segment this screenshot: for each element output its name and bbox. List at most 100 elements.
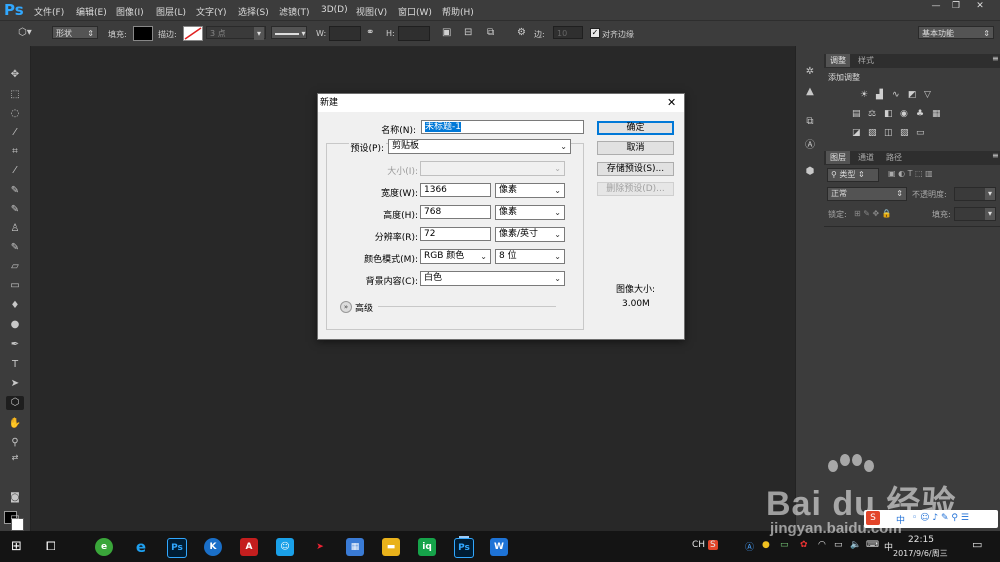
histogram-icon[interactable]: ▲: [802, 86, 818, 100]
tab-paths[interactable]: 路径: [882, 151, 906, 164]
ok-button[interactable]: 确定: [597, 121, 674, 135]
tray-app-icon[interactable]: ●: [762, 540, 770, 550]
blur-tool-icon[interactable]: ♦: [6, 299, 24, 313]
invert-icon[interactable]: ◪: [852, 128, 861, 138]
hue-saturation-icon[interactable]: ▤: [852, 109, 861, 119]
zoom-tool-icon[interactable]: ⚲: [6, 436, 24, 450]
menu-filter[interactable]: 滤镜(T): [279, 5, 310, 18]
delete-preset-button[interactable]: 删除预设(D)...: [597, 182, 674, 196]
posterize-icon[interactable]: ▨: [868, 128, 877, 138]
curves-icon[interactable]: ∿: [892, 90, 900, 100]
tab-adjustments[interactable]: 调整: [826, 54, 850, 67]
tab-styles[interactable]: 样式: [854, 54, 878, 67]
stroke-size-select[interactable]: 3 点 ▾: [206, 26, 266, 40]
word-app-icon[interactable]: W: [490, 538, 508, 556]
size-select[interactable]: ⌄: [420, 161, 565, 176]
levels-icon[interactable]: ▟: [876, 90, 883, 100]
path-selection-tool-icon[interactable]: ➤: [6, 377, 24, 391]
marquee-tool-icon[interactable]: ⬚: [6, 88, 24, 102]
black-white-icon[interactable]: ◧: [884, 109, 893, 119]
advanced-label[interactable]: 高级: [355, 301, 373, 314]
dodge-tool-icon[interactable]: ●: [6, 318, 24, 332]
layer-filter-icons[interactable]: ▣ ◐ T ⬚ ▥: [888, 169, 933, 178]
menu-help[interactable]: 帮助(H): [442, 5, 474, 18]
menu-type[interactable]: 文字(Y): [196, 5, 227, 18]
navigator-icon[interactable]: ✲: [802, 66, 818, 80]
file-explorer-icon[interactable]: ▬: [382, 538, 400, 556]
tab-layers[interactable]: 图层: [826, 151, 850, 164]
battery-tray-icon[interactable]: ▭: [780, 540, 789, 550]
quick-select-tool-icon[interactable]: ⁄: [6, 126, 24, 140]
task-view-icon[interactable]: ⧠: [46, 539, 56, 554]
height-input[interactable]: [398, 26, 430, 41]
lock-icons[interactable]: ⊞ ✎ ✥ 🔒: [854, 209, 892, 218]
restore-icon[interactable]: ❐: [948, 1, 964, 12]
internet-explorer-icon[interactable]: e: [132, 538, 150, 556]
edge-input[interactable]: 10: [553, 26, 583, 39]
vibrance-icon[interactable]: ▽: [924, 90, 931, 100]
cancel-button[interactable]: 取消: [597, 141, 674, 155]
minimize-icon[interactable]: —: [928, 1, 944, 12]
shape-tool-icon[interactable]: ⬡▾: [18, 27, 32, 38]
channel-mixer-icon[interactable]: ♣: [916, 109, 924, 119]
color-lookup-icon[interactable]: ▦: [932, 109, 941, 119]
path-operations-icon[interactable]: ▣: [442, 27, 451, 38]
height-input[interactable]: 768: [420, 205, 491, 219]
security-tray-icon[interactable]: Ⓐ: [745, 540, 754, 553]
pen-tool-icon[interactable]: ✒: [6, 338, 24, 352]
iqiyi-icon[interactable]: iq: [418, 538, 436, 556]
resolution-unit-select[interactable]: 像素/英寸 ⌄: [495, 227, 565, 242]
swap-colors-icon[interactable]: ⇄: [6, 451, 24, 465]
qq-music-icon[interactable]: ☺: [276, 538, 294, 556]
gradient-tool-icon[interactable]: ▭: [6, 279, 24, 293]
kugou-icon[interactable]: K: [204, 538, 222, 556]
stroke-type-select[interactable]: ▾: [271, 26, 307, 39]
color-mode-select[interactable]: RGB 颜色 ⌄: [420, 249, 491, 264]
photoshop-taskbar-icon[interactable]: Ps: [167, 538, 187, 558]
name-input[interactable]: 未标题-1: [421, 120, 584, 134]
layer-filter-select[interactable]: ⚲ 类型 ⇕: [827, 168, 879, 182]
shape-tool-icon[interactable]: ⬡: [6, 396, 24, 410]
close-window-icon[interactable]: ✕: [972, 1, 988, 12]
history-brush-tool-icon[interactable]: ✎: [6, 241, 24, 255]
hand-tool-icon[interactable]: ✋: [6, 417, 24, 431]
notification-icon[interactable]: ▭: [972, 538, 982, 551]
menu-edit[interactable]: 编辑(E): [76, 5, 107, 18]
width-input[interactable]: 1366: [420, 183, 491, 197]
brightness-icon[interactable]: ☀: [860, 90, 868, 100]
photoshop-active-icon[interactable]: Ps: [454, 538, 474, 558]
background-select[interactable]: 白色 ⌄: [420, 271, 565, 286]
acrobat-icon[interactable]: A: [240, 538, 258, 556]
history-icon[interactable]: ⧉: [802, 116, 818, 130]
crop-tool-icon[interactable]: ⌗: [6, 145, 24, 159]
type-tool-icon[interactable]: T: [6, 358, 24, 372]
gear-icon[interactable]: ⚙: [517, 27, 526, 38]
blend-mode-select[interactable]: 正常 ⇕: [827, 187, 907, 201]
expand-advanced-icon[interactable]: »: [340, 301, 352, 313]
menu-window[interactable]: 窗口(W): [398, 5, 432, 18]
clock-date[interactable]: 2017/9/6/周三: [893, 548, 948, 559]
windows-start-icon[interactable]: ⊞: [11, 539, 22, 554]
actions-icon[interactable]: Ⓐ: [802, 136, 818, 151]
pdf-tool-icon[interactable]: ➤: [311, 538, 329, 556]
brush-tool-icon[interactable]: ✎: [6, 203, 24, 217]
sogou-tray-icon[interactable]: S: [708, 540, 718, 550]
menu-3d[interactable]: 3D(D): [321, 5, 348, 15]
panel-menu-icon[interactable]: ≡: [992, 54, 999, 63]
sogou-ime-toolbar[interactable]: S 中 ◦ ☺ ♪ ✎ ⚲ ☰: [864, 510, 998, 528]
fill-opacity-input[interactable]: ▾: [954, 207, 996, 221]
layers-menu-icon[interactable]: ≡: [992, 151, 999, 160]
keyboard-icon[interactable]: ⌨: [866, 540, 879, 550]
quick-mask-icon[interactable]: ◙: [6, 491, 24, 505]
width-unit-select[interactable]: 像素 ⌄: [495, 183, 565, 198]
menu-file[interactable]: 文件(F): [34, 5, 64, 18]
workspace-select[interactable]: 基本功能 ⇕: [918, 26, 994, 39]
eyedropper-tool-icon[interactable]: ⁄: [6, 164, 24, 178]
menu-view[interactable]: 视图(V): [356, 5, 387, 18]
threshold-icon[interactable]: ◫: [884, 128, 893, 138]
video-app-icon[interactable]: ▦: [346, 538, 364, 556]
ime-indicator[interactable]: 中: [884, 540, 893, 553]
clone-stamp-tool-icon[interactable]: ♙: [6, 222, 24, 236]
path-arrangement-icon[interactable]: ⧉: [487, 27, 494, 38]
battery-icon[interactable]: ▭: [834, 540, 843, 550]
